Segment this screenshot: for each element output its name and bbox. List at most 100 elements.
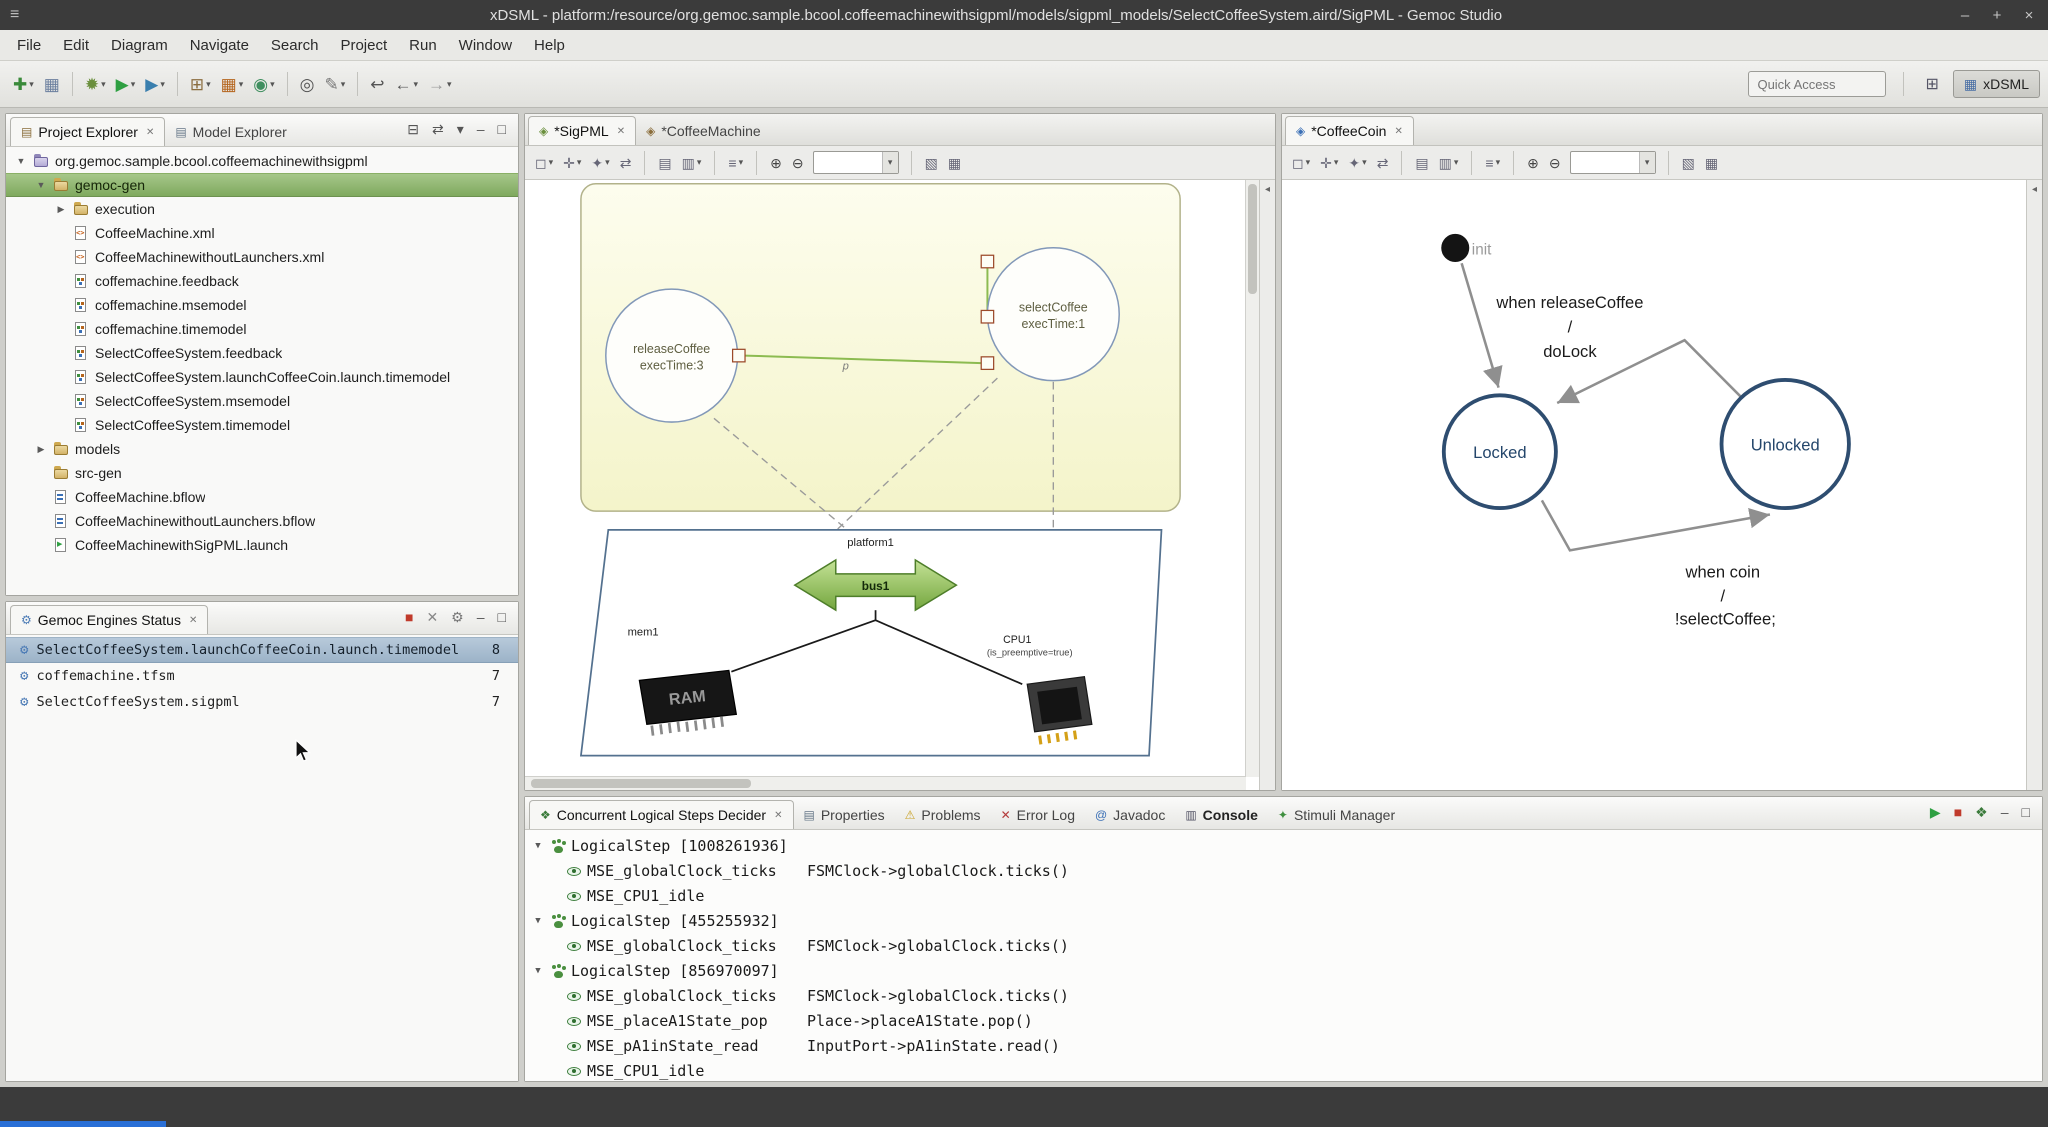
tree-item-org-gemoc-sample-bcool-coffeemachinewithsigpml[interactable]: ▼org.gemoc.sample.bcool.coffeemachinewit… bbox=[6, 149, 518, 173]
expand-palette-icon[interactable]: ◂ bbox=[1265, 184, 1270, 790]
tree-expander-icon[interactable]: ▼ bbox=[531, 841, 545, 851]
tree-item-coffeemachine-xml[interactable]: CoffeeMachine.xml bbox=[6, 221, 518, 245]
stop-engine-button[interactable]: ■ bbox=[1952, 802, 1964, 822]
last-edit-location-button[interactable]: ↩ bbox=[365, 68, 389, 100]
quick-access-input[interactable] bbox=[1748, 71, 1886, 97]
transition-edge[interactable] bbox=[1462, 263, 1499, 387]
dispose-engine-button[interactable]: ✕ bbox=[424, 607, 440, 627]
tab-sigpml[interactable]: ◈*SigPML✕ bbox=[528, 116, 636, 145]
collapse-all-button[interactable]: ⊟ bbox=[405, 119, 421, 139]
tab-model-explorer[interactable]: ▤Model Explorer bbox=[165, 117, 297, 146]
mse-row[interactable]: MSE_CPU1_idle bbox=[525, 1058, 2042, 1081]
menu-diagram[interactable]: Diagram bbox=[100, 33, 179, 58]
forward-button[interactable]: →▾ bbox=[423, 68, 457, 100]
run-button[interactable]: ▶▾ bbox=[111, 68, 141, 100]
tree-expander-icon[interactable]: ▼ bbox=[14, 156, 28, 166]
port-icon[interactable] bbox=[981, 310, 993, 323]
tab-properties[interactable]: ▤Properties bbox=[794, 800, 895, 829]
external-tools-button[interactable]: ▶▾ bbox=[140, 68, 170, 100]
sigpml-diagram[interactable]: releaseCoffee execTime:3 selectCoffee ex… bbox=[525, 180, 1246, 777]
zoom-out-button[interactable]: ⊖ bbox=[1545, 151, 1565, 175]
tree-expander-icon[interactable]: ▶ bbox=[34, 444, 48, 455]
window-maximize-button[interactable]: + bbox=[1988, 7, 2006, 24]
coffeecoin-diagram[interactable]: init when releaseCoffee / doLock Locked … bbox=[1282, 180, 2026, 790]
grid-button[interactable]: ▦ bbox=[944, 151, 965, 175]
save-button[interactable]: ▦ bbox=[39, 68, 65, 100]
minimize-panel-button[interactable]: – bbox=[475, 607, 487, 627]
zoom-in-button[interactable]: ⊕ bbox=[1523, 151, 1543, 175]
tree-item-coffemachine-msemodel[interactable]: coffemachine.msemodel bbox=[6, 293, 518, 317]
view-menu-button[interactable]: ▾ bbox=[455, 119, 466, 139]
close-tab-icon[interactable]: ✕ bbox=[774, 810, 782, 821]
grid-button[interactable]: ▦ bbox=[1701, 151, 1722, 175]
horizontal-scrollbar[interactable] bbox=[525, 776, 1246, 790]
mse-row[interactable]: MSE_globalClock_ticksFSMClock->globalClo… bbox=[525, 933, 2042, 958]
maximize-panel-button[interactable]: □ bbox=[496, 119, 508, 139]
port-icon[interactable] bbox=[981, 357, 993, 370]
menu-search[interactable]: Search bbox=[260, 33, 330, 58]
zoom-in-button[interactable]: ⊕ bbox=[766, 151, 786, 175]
coffeecoin-canvas[interactable]: init when releaseCoffee / doLock Locked … bbox=[1282, 180, 2026, 790]
close-tab-icon[interactable]: ✕ bbox=[617, 126, 625, 137]
tab-gemoc-engines-status[interactable]: ⚙Gemoc Engines Status✕ bbox=[10, 605, 208, 634]
tree-expander-icon[interactable]: ▼ bbox=[531, 916, 545, 926]
minimize-panel-button[interactable]: – bbox=[475, 119, 487, 139]
tree-item-coffemachine-timemodel[interactable]: coffemachine.timemodel bbox=[6, 317, 518, 341]
menu-run[interactable]: Run bbox=[398, 33, 448, 58]
tree-item-gemoc-gen[interactable]: ▼gemoc-gen bbox=[6, 173, 518, 197]
tab-javadoc[interactable]: @Javadoc bbox=[1085, 800, 1175, 829]
logical-step-row[interactable]: ▼LogicalStep [455255932] bbox=[525, 908, 2042, 933]
menu-window[interactable]: Window bbox=[448, 33, 523, 58]
link-with-editor-button[interactable]: ⇄ bbox=[430, 119, 446, 139]
tree-item-coffeemachine-bflow[interactable]: CoffeeMachine.bflow bbox=[6, 485, 518, 509]
paste-layout-button[interactable]: ▥▾ bbox=[678, 151, 706, 175]
filters-button[interactable]: ✦▾ bbox=[1344, 151, 1370, 175]
tab-coffeemachine[interactable]: ◈*CoffeeMachine bbox=[636, 116, 771, 145]
perspective-xdsml-button[interactable]: ▦ xDSML bbox=[1953, 70, 2040, 98]
copy-appearance-button[interactable]: ▤ bbox=[1411, 151, 1432, 175]
menu-help[interactable]: Help bbox=[523, 33, 576, 58]
port-icon[interactable] bbox=[981, 255, 993, 268]
play-engine-button[interactable]: ▶ bbox=[1928, 802, 1943, 822]
close-tab-icon[interactable]: ✕ bbox=[189, 615, 197, 626]
selection-mode-button[interactable]: ◻▾ bbox=[531, 151, 557, 175]
new-java-project-button[interactable]: ⊞▾ bbox=[185, 68, 216, 100]
window-close-button[interactable]: × bbox=[2020, 7, 2038, 24]
new-wizard-button[interactable]: ✚▾ bbox=[8, 68, 39, 100]
tree-item-selectcoffeesystem-msemodel[interactable]: SelectCoffeeSystem.msemodel bbox=[6, 389, 518, 413]
transition-edge[interactable] bbox=[1542, 500, 1770, 550]
menu-project[interactable]: Project bbox=[329, 33, 398, 58]
tree-item-coffeemachinewithoutlaunchers-xml[interactable]: CoffeeMachinewithoutLaunchers.xml bbox=[6, 245, 518, 269]
app-menu-icon[interactable]: ≡ bbox=[10, 6, 36, 24]
tree-item-coffeemachinewithoutlaunchers-bflow[interactable]: CoffeeMachinewithoutLaunchers.bflow bbox=[6, 509, 518, 533]
combo-dropdown-icon[interactable]: ▾ bbox=[1639, 152, 1655, 173]
tab-project-explorer[interactable]: ▤Project Explorer✕ bbox=[10, 117, 165, 146]
engine-options-button[interactable]: ❖ bbox=[1973, 802, 1990, 822]
export-diagram-button[interactable]: ▧ bbox=[921, 151, 942, 175]
mse-row[interactable]: MSE_globalClock_ticksFSMClock->globalClo… bbox=[525, 983, 2042, 1008]
minimize-panel-button[interactable]: – bbox=[1999, 802, 2011, 822]
refresh-layout-button[interactable]: ✛▾ bbox=[559, 151, 585, 175]
tree-item-models[interactable]: ▶models bbox=[6, 437, 518, 461]
menu-navigate[interactable]: Navigate bbox=[179, 33, 260, 58]
close-tab-icon[interactable]: ✕ bbox=[1394, 126, 1402, 137]
expand-palette-icon[interactable]: ◂ bbox=[2032, 184, 2037, 790]
tree-expander-icon[interactable]: ▼ bbox=[34, 180, 48, 190]
link-with-editor-button[interactable]: ⇄ bbox=[1373, 151, 1393, 175]
engine-row[interactable]: ⚙SelectCoffeeSystem.launchCoffeeCoin.lau… bbox=[6, 637, 518, 663]
window-minimize-button[interactable]: – bbox=[1956, 7, 1974, 24]
sigpml-canvas[interactable]: releaseCoffee execTime:3 selectCoffee ex… bbox=[525, 180, 1259, 790]
logical-step-row[interactable]: ▼LogicalStep [1008261936] bbox=[525, 833, 2042, 858]
palette-collapsed-strip[interactable]: ◂ bbox=[2026, 180, 2042, 790]
annotation-button[interactable]: ✎▾ bbox=[319, 68, 350, 100]
tree-expander-icon[interactable]: ▼ bbox=[531, 966, 545, 976]
tree-item-selectcoffeesystem-feedback[interactable]: SelectCoffeeSystem.feedback bbox=[6, 341, 518, 365]
zoom-out-button[interactable]: ⊖ bbox=[788, 151, 808, 175]
mse-row[interactable]: MSE_pA1inState_readInputPort->pA1inState… bbox=[525, 1033, 2042, 1058]
tab-stimuli-manager[interactable]: ✦Stimuli Manager bbox=[1268, 800, 1405, 829]
tab-error-log[interactable]: ✕Error Log bbox=[991, 800, 1085, 829]
engine-settings-button[interactable]: ⚙ bbox=[449, 607, 466, 627]
maximize-panel-button[interactable]: □ bbox=[496, 607, 508, 627]
tree-item-execution[interactable]: ▶execution bbox=[6, 197, 518, 221]
link-with-editor-button[interactable]: ⇄ bbox=[616, 151, 636, 175]
